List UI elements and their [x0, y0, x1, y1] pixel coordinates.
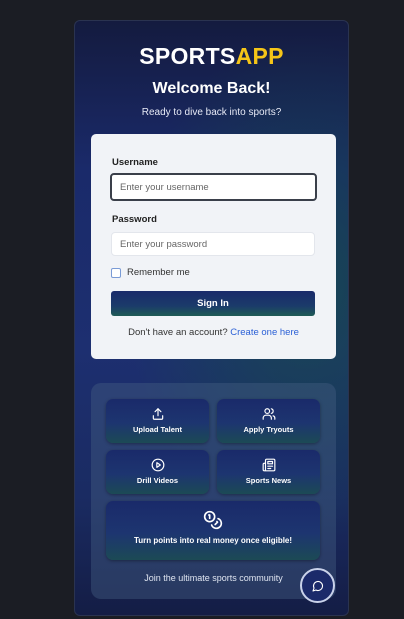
tile-label: Sports News: [245, 476, 292, 485]
create-account-link[interactable]: Create one here: [230, 327, 299, 338]
username-label: Username: [112, 157, 158, 168]
upload-talent-tile[interactable]: Upload Talent: [106, 399, 209, 443]
remember-checkbox[interactable]: [111, 267, 121, 278]
rewards-text: Turn points into real money once eligibl…: [133, 536, 293, 545]
page-title: Welcome Back!: [152, 80, 271, 97]
features-panel: Upload Talent Apply Tryouts Drill Videos…: [91, 383, 336, 599]
play-circle-icon: [151, 458, 164, 472]
app-logo: SPORTSAPP: [75, 43, 348, 70]
signup-text: Don't have an account?: [128, 327, 228, 338]
tile-label: Drill Videos: [136, 476, 179, 485]
tile-label: Apply Tryouts: [243, 425, 294, 434]
upload-icon: [152, 408, 163, 420]
username-field[interactable]: [110, 173, 317, 201]
password-field[interactable]: [111, 232, 315, 256]
remember-me[interactable]: Remember me: [111, 267, 190, 278]
remember-label: Remember me: [127, 267, 190, 278]
logo-app: APP: [235, 43, 284, 69]
coins-icon: [203, 510, 223, 530]
password-label: Password: [112, 214, 157, 225]
page-subtitle: Ready to dive back into sports?: [141, 107, 282, 118]
logo-sports: SPORTS: [139, 43, 236, 69]
chat-button[interactable]: [300, 568, 335, 603]
sign-in-button[interactable]: Sign In: [111, 291, 315, 316]
users-icon: [262, 408, 275, 420]
drill-videos-tile[interactable]: Drill Videos: [106, 450, 209, 494]
apply-tryouts-tile[interactable]: Apply Tryouts: [217, 399, 320, 443]
tile-label: Upload Talent: [132, 425, 183, 434]
newspaper-icon: [262, 458, 275, 472]
community-text: Join the ultimate sports community: [144, 573, 283, 583]
chat-icon: [311, 580, 323, 592]
login-card: SPORTSAPP Welcome Back! Ready to dive ba…: [74, 20, 349, 616]
signup-prompt: Don't have an account? Create one here: [91, 327, 336, 338]
sports-news-tile[interactable]: Sports News: [217, 450, 320, 494]
rewards-tile[interactable]: Turn points into real money once eligibl…: [106, 501, 320, 560]
login-form: Username Password Remember me Sign In Do…: [91, 134, 336, 359]
